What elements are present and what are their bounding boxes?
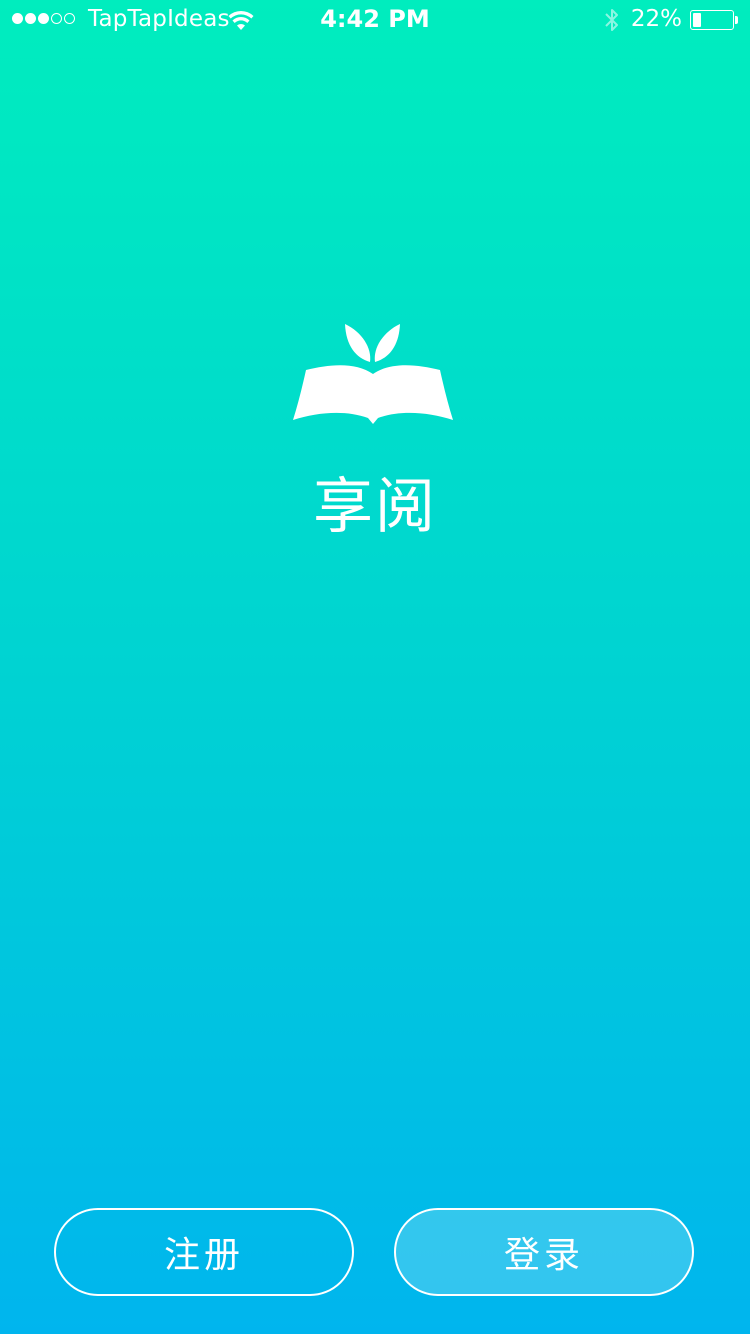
register-button[interactable]: 注册	[54, 1208, 354, 1296]
book-sprout-icon	[293, 324, 453, 424]
battery-icon	[690, 10, 734, 30]
login-button-label: 登录	[503, 1235, 584, 1276]
bluetooth-icon	[605, 9, 618, 31]
battery-nub	[735, 16, 738, 24]
login-screen: TapTapIdeas 4:42 PM 22% 享阅 注册 登录	[0, 0, 750, 1334]
register-button-label: 注册	[163, 1235, 244, 1276]
app-name: 享阅	[313, 472, 437, 542]
battery-level-fill	[693, 13, 701, 27]
login-button[interactable]: 登录	[394, 1208, 694, 1296]
status-bar: TapTapIdeas 4:42 PM 22%	[0, 0, 750, 40]
battery-percentage: 22%	[630, 6, 682, 32]
